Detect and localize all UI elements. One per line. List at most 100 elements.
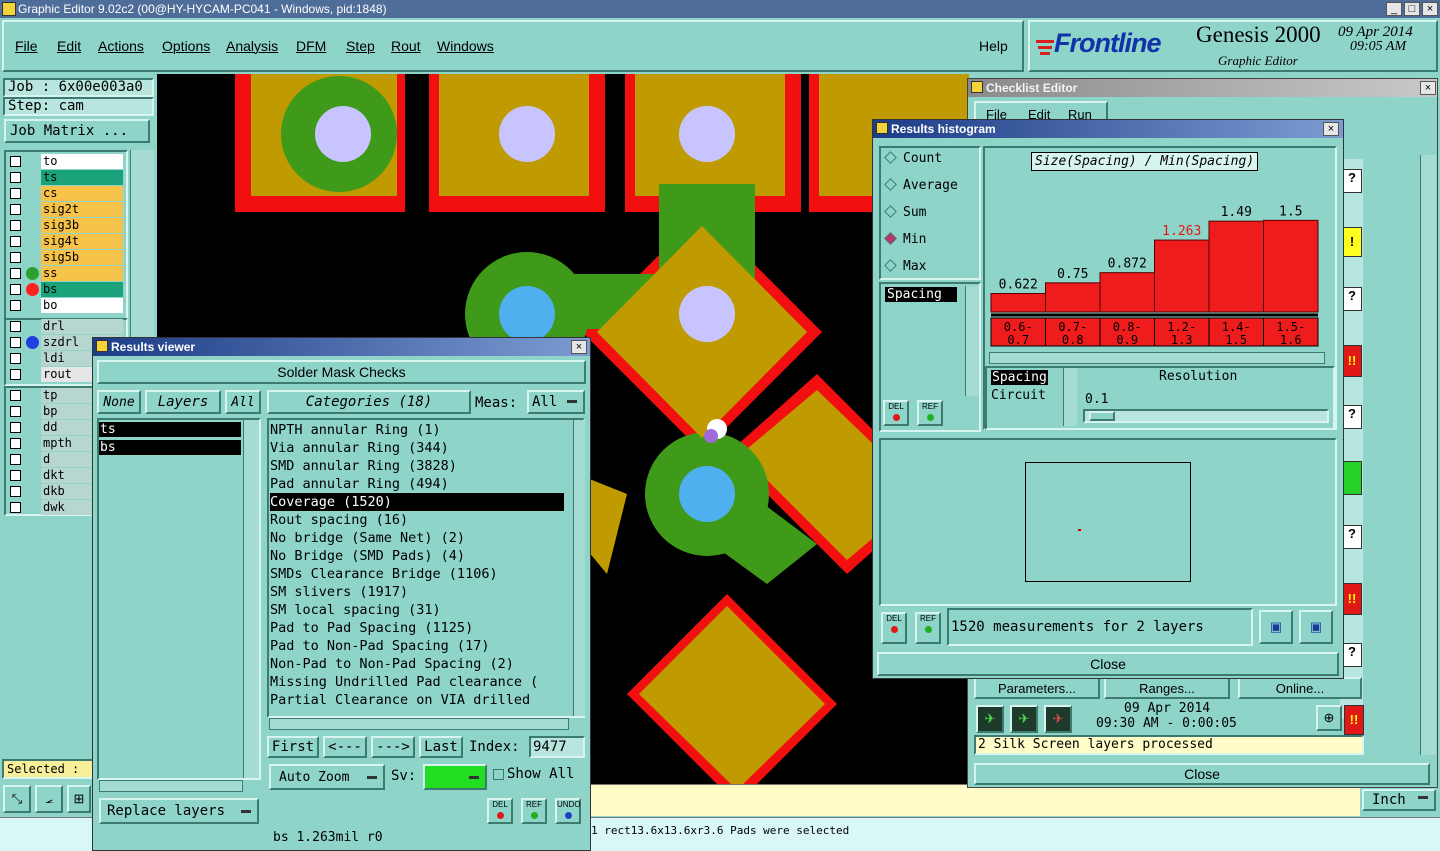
resolution-slider-handle[interactable] — [1089, 411, 1115, 421]
layer-checkbox[interactable] — [10, 486, 21, 497]
layer-checkbox[interactable] — [10, 321, 21, 332]
zoom-tool-icon[interactable]: ⤡ — [3, 785, 31, 813]
results-viewer-close-icon[interactable]: × — [571, 340, 587, 354]
first-button[interactable]: First — [267, 736, 319, 758]
menu-options[interactable]: Options — [162, 38, 210, 54]
none-button[interactable]: None — [97, 390, 141, 414]
histogram-bar[interactable] — [990, 293, 1046, 313]
layer-checkbox[interactable] — [10, 390, 21, 401]
auto-zoom-dropdown[interactable]: Auto Zoom — [269, 764, 385, 790]
status-unknown-icon-2[interactable]: ? — [1342, 287, 1362, 311]
resolution-slider[interactable] — [1083, 409, 1329, 423]
menu-step[interactable]: Step — [346, 38, 375, 54]
layer-row-ts[interactable]: ts — [8, 170, 124, 185]
category-item[interactable]: Missing Undrilled Pad clearance ( — [270, 673, 538, 691]
status-error-icon-3[interactable]: !! — [1344, 705, 1364, 735]
layer-checkbox[interactable] — [10, 236, 21, 247]
mode-radio-max[interactable]: Max — [884, 259, 926, 274]
grid-tool-icon[interactable]: ⊞ — [67, 785, 91, 813]
ranges-button[interactable]: Ranges... — [1104, 677, 1230, 699]
layer-row-to[interactable]: to — [8, 154, 124, 169]
mode-radio-count[interactable]: Count — [884, 151, 942, 166]
category-item[interactable]: Pad to Pad Spacing (1125) — [270, 619, 473, 637]
category-vscroll[interactable] — [573, 420, 585, 716]
status-error-icon[interactable]: !! — [1342, 345, 1362, 377]
menu-file[interactable]: File — [15, 38, 38, 54]
measure-scrollbar[interactable] — [965, 286, 979, 396]
layer-checkbox[interactable] — [10, 353, 21, 364]
layer-row-sig2t[interactable]: sig2t — [8, 202, 124, 217]
menu-edit[interactable]: Edit — [57, 38, 81, 54]
histogram-bar[interactable] — [1099, 272, 1155, 313]
show-all-checkbox[interactable] — [493, 769, 504, 780]
results-del-button[interactable]: DEL — [487, 798, 513, 824]
results-ref-button[interactable]: REF — [521, 798, 547, 824]
stop-icon[interactable]: ✈ — [1044, 705, 1072, 733]
layer-row-sig4t[interactable]: sig4t — [8, 234, 124, 249]
layer-checkbox[interactable] — [10, 470, 21, 481]
category-item[interactable]: SMDs Clearance Bridge (1106) — [270, 565, 498, 583]
layer-checkbox[interactable] — [10, 156, 21, 167]
prev-button[interactable]: <--- — [323, 736, 367, 758]
import-icon[interactable]: ▣ — [1299, 610, 1333, 644]
mode-radio-sum[interactable]: Sum — [884, 205, 926, 220]
layer-checkbox[interactable] — [10, 438, 21, 449]
layer-row-ss[interactable]: ss — [8, 266, 124, 281]
category-item[interactable]: Via annular Ring (344) — [270, 439, 449, 457]
category-item[interactable]: No bridge (Same Net) (2) — [270, 529, 465, 547]
histogram-bar[interactable] — [1208, 220, 1264, 313]
layer-row-sig5b[interactable]: sig5b — [8, 250, 124, 265]
histogram-bar[interactable] — [1045, 282, 1101, 313]
last-button[interactable]: Last — [419, 736, 463, 758]
close-window-button[interactable]: × — [1422, 2, 1438, 16]
layer-select-vscroll[interactable] — [243, 420, 259, 778]
layer-checkbox[interactable] — [10, 337, 21, 348]
category-item[interactable]: NPTH annular Ring (1) — [270, 421, 441, 439]
run-all-icon[interactable]: ✈ — [1010, 705, 1038, 733]
all-layers-button[interactable]: All — [225, 390, 261, 414]
layer-checkbox[interactable] — [10, 422, 21, 433]
layer-row-cs[interactable]: cs — [8, 186, 124, 201]
export-icon[interactable]: ▣ — [1259, 610, 1293, 644]
checklist-scrollbar[interactable] — [1420, 155, 1436, 755]
zoom-in-icon[interactable]: ⊕ — [1316, 705, 1342, 731]
layer-checkbox[interactable] — [10, 268, 21, 279]
status-unknown-icon[interactable]: ? — [1342, 169, 1362, 193]
status-error-icon-2[interactable]: !! — [1342, 583, 1362, 615]
layer-checkbox[interactable] — [10, 369, 21, 380]
category-item[interactable]: SM local spacing (31) — [270, 601, 441, 619]
mode-radio-min[interactable]: Min — [884, 232, 926, 247]
mode-radio-average[interactable]: Average — [884, 178, 958, 193]
maximize-button[interactable]: □ — [1404, 2, 1420, 16]
layer-checkbox[interactable] — [10, 220, 21, 231]
layer-checkbox[interactable] — [10, 284, 21, 295]
sv-color-dropdown[interactable] — [423, 764, 487, 790]
category-item[interactable]: SM slivers (1917) — [270, 583, 408, 601]
histogram-ref-button[interactable]: REF — [917, 400, 943, 426]
category-item[interactable]: Non-Pad to Non-Pad Spacing (2) — [270, 655, 514, 673]
layer-select-hscroll[interactable] — [99, 780, 243, 792]
category-item[interactable]: Coverage (1520) — [270, 493, 564, 511]
group-spacing[interactable]: Spacing — [991, 370, 1048, 385]
category-item[interactable]: Rout spacing (16) — [270, 511, 408, 529]
layer-row-bs[interactable]: bs — [8, 282, 124, 297]
measure-item[interactable]: Spacing — [885, 287, 957, 302]
layer-checkbox[interactable] — [10, 188, 21, 199]
menu-analysis[interactable]: Analysis — [226, 38, 278, 54]
chart-scrollbar[interactable] — [989, 352, 1325, 364]
checklist-close-icon[interactable]: × — [1420, 81, 1436, 95]
layer-checkbox[interactable] — [10, 502, 21, 513]
histogram-bar[interactable] — [1154, 239, 1210, 313]
layer-select-ts[interactable]: ts — [99, 422, 241, 437]
measure-tool-icon[interactable]: ⦟ — [35, 785, 63, 813]
histogram-del-button[interactable]: DEL — [883, 400, 909, 426]
layer-checkbox[interactable] — [10, 300, 21, 311]
menu-dfm[interactable]: DFM — [296, 38, 326, 54]
histogram-bar[interactable] — [1263, 219, 1319, 313]
status-unknown-icon-5[interactable]: ? — [1342, 643, 1362, 667]
category-item[interactable]: No Bridge (SMD Pads) (4) — [270, 547, 465, 565]
histogram-close-button[interactable]: Close — [877, 652, 1339, 676]
run-icon[interactable]: ✈ — [976, 705, 1004, 733]
category-item[interactable]: Partial Clearance on VIA drilled — [270, 691, 530, 709]
job-matrix-button[interactable]: Job Matrix ... — [4, 119, 150, 143]
